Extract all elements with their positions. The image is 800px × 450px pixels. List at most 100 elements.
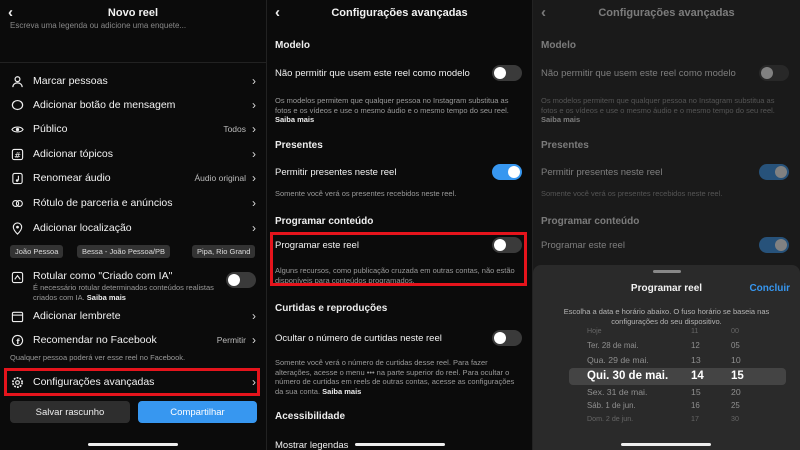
picker-date: Dom. 2 de jun. — [587, 415, 634, 423]
section-accessibility: Acessibilidade — [275, 411, 346, 422]
likes-toggle[interactable] — [492, 330, 522, 346]
picker-date: Sáb. 1 de jun. — [587, 401, 636, 410]
model-setting: Não permitir que usem este reel como mod… — [275, 64, 522, 82]
facebook-item[interactable]: f Recomendar no Facebook Permitir › — [10, 331, 256, 349]
setting-label: Permitir presentes neste reel — [275, 166, 397, 178]
caption-input[interactable]: Escreva uma legenda ou adicione uma enqu… — [10, 21, 186, 30]
reminder-item[interactable]: Adicionar lembrete › — [10, 307, 256, 325]
advanced-settings-screen: ‹ Configurações avançadas Modelo Não per… — [266, 0, 532, 450]
model-description: Os modelos permitem que qualquer pessoa … — [275, 96, 509, 124]
home-indicator — [88, 443, 178, 446]
picker-date: Qua. 29 de mai. — [587, 355, 649, 365]
schedule-toggle[interactable] — [759, 237, 789, 253]
section-gifts: Presentes — [275, 140, 323, 151]
picker-min: 10 — [731, 355, 741, 365]
picker-row[interactable]: Dom. 2 de jun. 17 30 — [533, 415, 800, 427]
picker-hour: 16 — [691, 401, 700, 410]
partnership-item[interactable]: Rótulo de parceria e anúncios › — [10, 194, 256, 212]
handshake-icon — [10, 196, 24, 210]
setting-label: Não permitir que usem este reel como mod… — [541, 67, 736, 79]
section-model: Modelo — [541, 40, 576, 51]
picker-row[interactable]: Qui. 30 de mai. 14 15 — [533, 370, 800, 382]
highlight-box — [270, 232, 527, 286]
chat-bubble-icon — [10, 98, 24, 112]
learn-more-link[interactable]: Saiba mais — [87, 293, 126, 302]
svg-text:#: # — [14, 149, 21, 159]
ai-label-title: Rotular como "Criado com IA" — [33, 270, 173, 282]
back-arrow-icon[interactable]: ‹ — [275, 5, 291, 21]
home-indicator — [355, 443, 445, 446]
picker-row[interactable]: Sáb. 1 de jun. 16 25 — [533, 401, 800, 413]
item-value: Todos — [223, 124, 246, 134]
gifts-description: Somente você verá os presentes recebidos… — [541, 189, 723, 198]
picker-row[interactable]: Ter. 28 de mai. 12 05 — [533, 341, 800, 353]
divider — [0, 62, 266, 63]
setting-label: Não permitir que usem este reel como mod… — [275, 67, 470, 79]
picker-hour: 12 — [691, 341, 700, 350]
home-indicator — [621, 443, 711, 446]
message-button-item[interactable]: Adicionar botão de mensagem › — [10, 96, 256, 114]
svg-text:f: f — [16, 336, 20, 345]
location-item[interactable]: Adicionar localização › — [10, 219, 256, 237]
picker-min: 30 — [731, 415, 739, 423]
learn-more-link[interactable]: Saiba mais — [275, 115, 314, 124]
chevron-right-icon: › — [252, 171, 256, 185]
picker-row[interactable]: Qua. 29 de mai. 13 10 — [533, 355, 800, 367]
chevron-right-icon: › — [252, 147, 256, 161]
item-label: Adicionar localização — [33, 222, 132, 234]
picker-min: 15 — [731, 370, 744, 382]
picker-min: 25 — [731, 401, 740, 410]
chevron-right-icon: › — [252, 333, 256, 347]
learn-more-link[interactable]: Saiba mais — [541, 115, 580, 124]
location-pin-icon — [10, 221, 24, 235]
location-chip[interactable]: João Pessoa — [10, 245, 64, 258]
audience-item[interactable]: Público Todos › — [10, 120, 256, 138]
section-gifts: Presentes — [541, 140, 589, 151]
facebook-icon: f — [10, 333, 24, 347]
picker-row[interactable]: Sex. 31 de mai. 15 20 — [533, 387, 800, 399]
ai-label-toggle[interactable] — [226, 272, 256, 288]
setting-label: Permitir presentes neste reel — [541, 166, 663, 178]
rename-audio-item[interactable]: Renomear áudio Áudio original › — [10, 169, 256, 187]
picker-min: 05 — [731, 341, 740, 350]
gifts-toggle[interactable] — [759, 164, 789, 180]
setting-label: Ocultar o número de curtidas neste reel — [275, 332, 442, 344]
date-time-picker[interactable]: Hoje 11 00 Ter. 28 de mai. 12 05 Qua. 29 de ma… — [533, 265, 800, 450]
tag-people-item[interactable]: Marcar pessoas › — [10, 72, 256, 90]
learn-more-link[interactable]: Saiba mais — [322, 387, 361, 396]
share-button[interactable]: Compartilhar — [138, 401, 257, 423]
back-arrow-icon[interactable]: ‹ — [541, 5, 557, 21]
picker-hour: 15 — [691, 387, 701, 397]
ai-label-description: É necessário rotular determinados conteú… — [33, 283, 214, 302]
gifts-toggle[interactable] — [492, 164, 522, 180]
topics-item[interactable]: # Adicionar tópicos › — [10, 145, 256, 163]
picker-min: 20 — [731, 387, 741, 397]
location-chip[interactable]: Bessa - João Pessoa/PB — [77, 245, 170, 258]
model-toggle[interactable] — [492, 65, 522, 81]
picker-hour: 14 — [691, 370, 704, 382]
picker-row[interactable]: Hoje 11 00 — [533, 327, 800, 339]
page-title: Configurações avançadas — [331, 7, 468, 19]
likes-setting: Ocultar o número de curtidas neste reel — [275, 329, 522, 347]
setting-label: Mostrar legendas — [275, 439, 349, 450]
location-chip[interactable]: Pipa, Rio Grand — [192, 245, 256, 258]
section-schedule: Programar conteúdo — [541, 216, 640, 227]
save-draft-button[interactable]: Salvar rascunho — [10, 401, 130, 423]
gifts-description: Somente você verá os presentes recebidos… — [275, 189, 457, 198]
setting-label: Programar este reel — [541, 239, 625, 251]
schedule-bottom-sheet: Programar reel Concluir Escolha a data e… — [533, 265, 800, 450]
model-toggle[interactable] — [759, 65, 789, 81]
section-schedule: Programar conteúdo — [275, 216, 374, 227]
item-label: Adicionar lembrete — [33, 310, 121, 322]
back-arrow-icon[interactable]: ‹ — [8, 5, 24, 21]
item-label: Recomendar no Facebook — [33, 334, 157, 346]
item-label: Adicionar botão de mensagem — [33, 99, 176, 111]
header: ‹ Configurações avançadas — [533, 0, 800, 26]
chevron-right-icon: › — [252, 196, 256, 210]
picker-date: Qui. 30 de mai. — [587, 370, 669, 382]
picker-date: Sex. 31 de mai. — [587, 387, 648, 397]
schedule-setting: Programar este reel — [541, 236, 790, 254]
schedule-reel-screen: ‹ Configurações avançadas Modelo Não per… — [532, 0, 800, 450]
picker-hour: 11 — [691, 327, 699, 335]
section-likes: Curtidas e reproduções — [275, 303, 388, 314]
